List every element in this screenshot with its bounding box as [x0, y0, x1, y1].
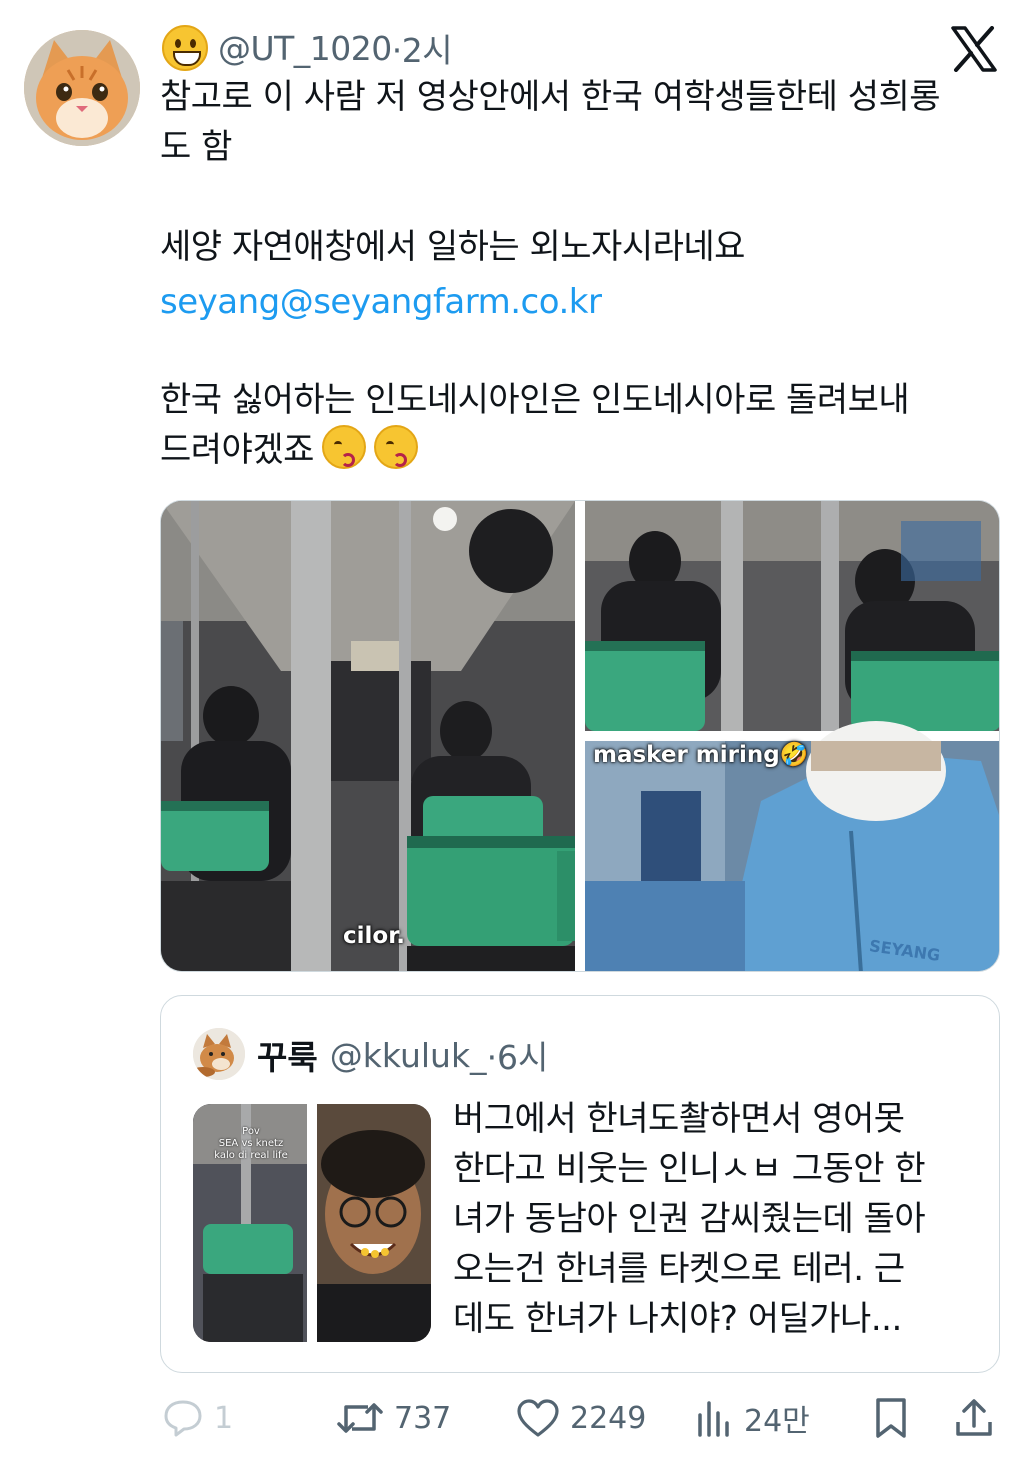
- quoted-thumb-caption: Pov SEA vs knetz kalo di real life: [197, 1126, 305, 1162]
- media-photo-bus-interior: [161, 501, 575, 971]
- quoted-header: 꾸룩 @kkuluk_ ·6시: [257, 1030, 548, 1080]
- media-grid[interactable]: cilor. masker miring🤣 SEYANG: [160, 500, 1000, 972]
- bookmark-button[interactable]: [872, 1388, 920, 1448]
- view-count: 24만: [744, 1404, 810, 1439]
- quoted-handle[interactable]: @kkuluk_: [330, 1036, 487, 1075]
- author-handle[interactable]: @UT_1020: [218, 29, 392, 68]
- quoted-timestamp[interactable]: ·6시: [487, 1031, 549, 1079]
- tweet-timestamp[interactable]: ·2시: [392, 24, 453, 72]
- quoted-text-line: 오는건 한녀를 타켓으로 테러. 근: [453, 1249, 905, 1289]
- heart-icon: [517, 1399, 559, 1437]
- like-button[interactable]: 2249: [516, 1388, 646, 1448]
- quoted-display-name[interactable]: 꾸룩: [257, 1031, 318, 1079]
- quoted-thumb-caption-line: Pov: [242, 1126, 260, 1137]
- repost-button[interactable]: 737: [336, 1388, 451, 1448]
- share-icon: [956, 1399, 992, 1436]
- quoted-thumb-caption-line: SEA vs knetz: [218, 1138, 284, 1149]
- quoted-text-line: 데도 한녀가 나치야? 어딜가나...: [453, 1299, 902, 1339]
- tweet-text-line: 참고로 이 사람 저 영상안에서 한국 여학생들한테 성희롱: [160, 77, 941, 117]
- like-count: 2249: [570, 1400, 647, 1436]
- tweet-text-last-line: 드려야겠죠: [160, 425, 1010, 475]
- quoted-media-thumbnail[interactable]: Pov SEA vs knetz kalo di real life: [193, 1104, 431, 1342]
- reply-count: 1: [214, 1400, 234, 1436]
- quoted-text-line: 버그에서 한녀도촬하면서 영어못: [453, 1099, 905, 1139]
- x-logo-icon[interactable]: [950, 26, 998, 72]
- repost-icon: [337, 1403, 383, 1433]
- quoted-author-avatar[interactable]: [193, 1028, 245, 1080]
- kissing-face-icon: [373, 425, 418, 469]
- bookmark-icon: [876, 1398, 906, 1438]
- email-link[interactable]: seyang@seyangfarm.co.kr: [160, 277, 1010, 327]
- tweet-text-line: 세양 자연애창에서 일하는 외노자시라네요: [160, 227, 745, 267]
- tweet-header: @UT_1020 ·2시: [162, 24, 453, 72]
- share-button[interactable]: [954, 1388, 1004, 1448]
- tweet-text-line: 드려야겠죠: [160, 430, 314, 470]
- tweet-text-line: 한국 싫어하는 인도네시아인은 인도네시아로 돌려보내: [160, 380, 910, 420]
- author-avatar[interactable]: [24, 30, 140, 146]
- bar-chart-icon: [698, 1401, 729, 1437]
- kissing-face-icon: [321, 425, 366, 469]
- quoted-text-line: 한다고 비웃는 인니ㅅㅂ 그동안 한: [453, 1149, 926, 1189]
- video-caption: masker miring🤣: [593, 742, 809, 768]
- quoted-text: 버그에서 한녀도촬하면서 영어못 한다고 비웃는 인니ㅅㅂ 그동안 한 녀가 동…: [453, 1094, 983, 1344]
- quoted-thumb-caption-line: kalo di real life: [214, 1150, 288, 1161]
- quoted-text-line: 녀가 동남아 인권 감씨줬는데 돌아: [453, 1199, 926, 1239]
- reply-button[interactable]: 1: [162, 1388, 233, 1448]
- reply-icon: [164, 1400, 202, 1437]
- tweet-text-line: 도 함: [160, 127, 232, 167]
- grinning-face-icon: [162, 25, 208, 71]
- repost-count: 737: [394, 1400, 452, 1436]
- views-button[interactable]: 24만: [694, 1388, 810, 1448]
- media-photo-bus-seats: [585, 501, 999, 731]
- video-caption: cilor.: [343, 923, 406, 949]
- action-bar: 1 737 2249 24만: [160, 1388, 1010, 1448]
- quoted-tweet[interactable]: 꾸룩 @kkuluk_ ·6시 Pov SEA vs knetz kalo di: [160, 995, 1000, 1373]
